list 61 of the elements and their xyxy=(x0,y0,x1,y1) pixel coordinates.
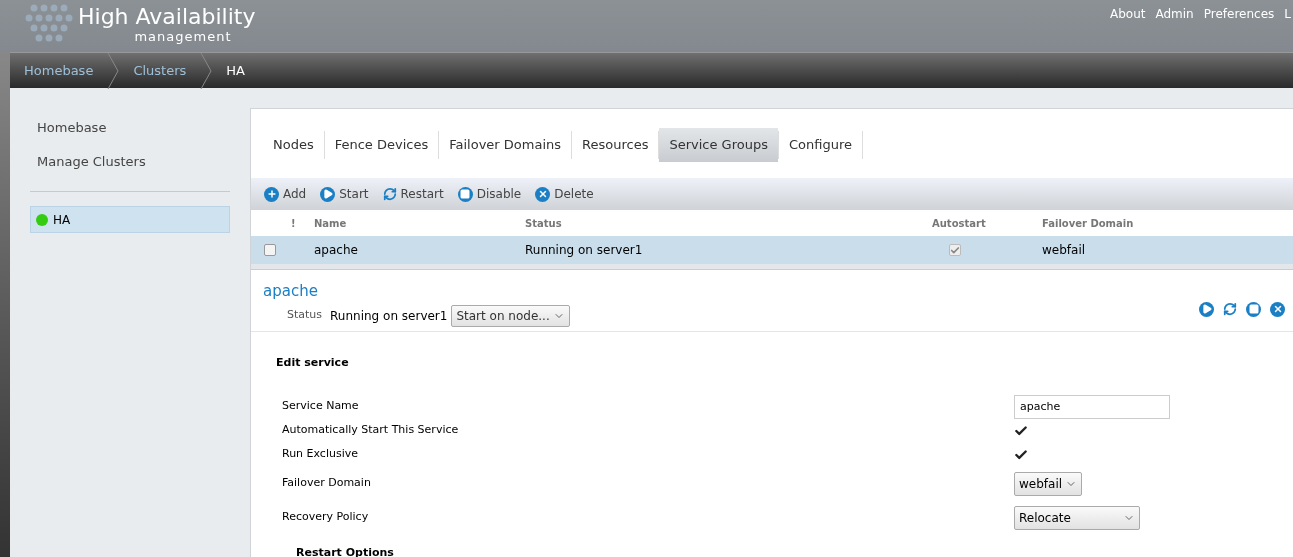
service-title: apache xyxy=(263,281,319,302)
restart-icon xyxy=(1223,302,1237,317)
tab[interactable]: Service Groups xyxy=(659,128,778,162)
play-icon xyxy=(320,186,336,202)
action-button[interactable] xyxy=(1223,302,1237,317)
column-header: Failover Domain xyxy=(1042,216,1135,231)
breadcrumb-item[interactable]: Homebase xyxy=(10,60,108,81)
breadcrumb-item[interactable]: Clusters xyxy=(119,60,201,81)
breadcrumb-separator-icon xyxy=(107,52,120,89)
tab[interactable]: Configure xyxy=(778,128,862,162)
column-header: Status xyxy=(525,216,563,231)
sidebar-link[interactable]: Manage Clusters xyxy=(37,151,230,171)
play-icon xyxy=(1199,301,1214,317)
stop-icon xyxy=(457,186,473,202)
checkbox[interactable] xyxy=(1014,447,1028,462)
stop-icon xyxy=(1246,301,1261,317)
tab[interactable]: Failover Domains xyxy=(439,128,572,162)
table-row[interactable]: apache Running on server1 webfail xyxy=(251,236,1293,264)
form-heading: Edit service xyxy=(276,355,349,369)
row-checkbox[interactable] xyxy=(264,244,276,256)
cluster-item[interactable]: HA xyxy=(30,206,230,233)
field-label: Failover Domain xyxy=(282,475,372,492)
field-label: Automatically Start This Service xyxy=(282,422,460,439)
field-label: Recovery Policy xyxy=(282,509,370,526)
service-name-input[interactable]: apache xyxy=(1014,394,1170,419)
tab[interactable]: Fence Devices xyxy=(324,128,439,162)
column-header: Autostart xyxy=(932,216,986,231)
table-cell-text: Running on server1 xyxy=(525,242,644,259)
table-cell-text: apache xyxy=(314,242,359,259)
breadcrumb-item[interactable]: HA xyxy=(212,60,259,81)
status-value: Running on server1 xyxy=(330,307,448,325)
delete-icon xyxy=(535,186,551,202)
delete-icon xyxy=(1270,301,1285,317)
cluster-name: HA xyxy=(53,211,71,229)
column-header: ! xyxy=(291,216,297,231)
column-header: Name xyxy=(314,216,348,231)
toolbar-button[interactable]: Delete xyxy=(535,185,594,203)
toolbar-button[interactable]: Start xyxy=(320,185,369,203)
toolbar-button[interactable]: Add xyxy=(264,185,307,203)
tab[interactable]: Nodes xyxy=(263,128,324,162)
restart-icon xyxy=(382,187,397,201)
add-icon xyxy=(264,186,279,202)
table-cell-text: webfail xyxy=(1042,242,1087,259)
action-button[interactable] xyxy=(1270,301,1285,317)
action-button[interactable] xyxy=(1246,301,1261,317)
toolbar-button[interactable]: Disable xyxy=(457,185,522,203)
app-subtitle: management xyxy=(134,30,233,43)
tab[interactable]: Resources xyxy=(572,128,659,162)
app-title: High Availability xyxy=(78,3,256,28)
status-label: Status xyxy=(287,307,323,324)
node-select[interactable]: Start on node... xyxy=(451,304,570,327)
field-label: Service Name xyxy=(282,398,360,415)
breadcrumb-separator-icon xyxy=(200,52,213,89)
checkbox[interactable] xyxy=(1014,423,1028,438)
toolbar-button[interactable]: Restart xyxy=(382,185,444,203)
select-dropdown[interactable]: Relocate xyxy=(1014,505,1140,530)
field-label: Run Exclusive xyxy=(282,446,359,463)
section-heading: Restart Options xyxy=(296,545,394,557)
sidebar-link[interactable]: Homebase xyxy=(37,118,230,138)
select-dropdown[interactable]: webfail xyxy=(1014,471,1083,496)
action-button[interactable] xyxy=(1199,301,1214,317)
